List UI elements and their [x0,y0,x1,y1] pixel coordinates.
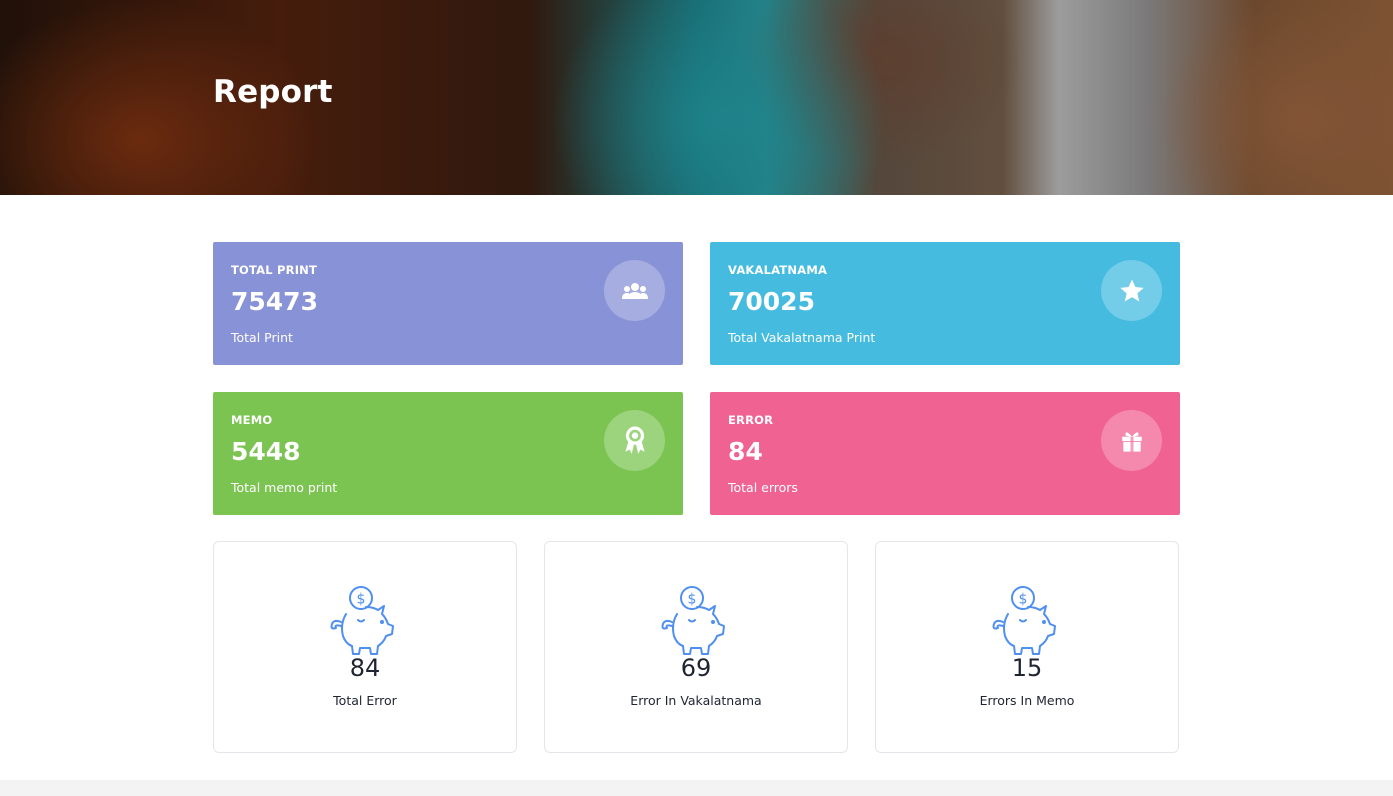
piggy-bank-icon: $ [661,586,725,655]
card-error[interactable]: ERROR 84 Total errors [710,392,1180,515]
card-subtitle: Total Print [231,330,293,345]
stat-value: 69 [680,654,712,682]
stat-value: 84 [349,654,381,682]
card-value: 84 [728,437,763,466]
card-subtitle: Total Vakalatnama Print [728,330,876,345]
svg-text:$: $ [688,592,697,608]
stat-errors-memo: $ 15 Errors In Memo [875,541,1179,753]
card-value: 5448 [231,437,301,466]
users-icon [604,260,665,321]
stat-error-vakalatnama: $ 69 Error In Vakalatnama [544,541,848,753]
svg-text:$: $ [1019,592,1028,608]
card-value: 70025 [728,287,815,316]
star-icon [1101,260,1162,321]
stat-label: Error In Vakalatnama [630,693,762,708]
card-label: TOTAL PRINT [231,263,318,277]
hero-overlay [0,0,1393,195]
gift-icon [1101,410,1162,471]
card-label: ERROR [728,413,774,427]
piggy-bank-icon: $ [330,586,394,655]
stat-label: Total Error [333,693,397,708]
card-vakalatnama[interactable]: VAKALATNAMA 70025 Total Vakalatnama Prin… [710,242,1180,365]
card-label: VAKALATNAMA [728,263,828,277]
piggy-bank-icon: $ [992,586,1056,655]
card-subtitle: Total memo print [231,480,338,495]
card-total-print[interactable]: TOTAL PRINT 75473 Total Print [213,242,683,365]
card-value: 75473 [231,287,318,316]
stat-value: 15 [1011,654,1043,682]
card-subtitle: Total errors [728,480,798,495]
stat-label: Errors In Memo [979,693,1075,708]
hero-banner: Report [0,0,1393,195]
footer-strip [0,780,1393,796]
page-title: Report [213,74,333,110]
award-icon [604,410,665,471]
stat-total-error: $ 84 Total Error [213,541,517,753]
svg-text:$: $ [357,592,366,608]
card-label: MEMO [231,413,273,427]
card-memo[interactable]: MEMO 5448 Total memo print [213,392,683,515]
